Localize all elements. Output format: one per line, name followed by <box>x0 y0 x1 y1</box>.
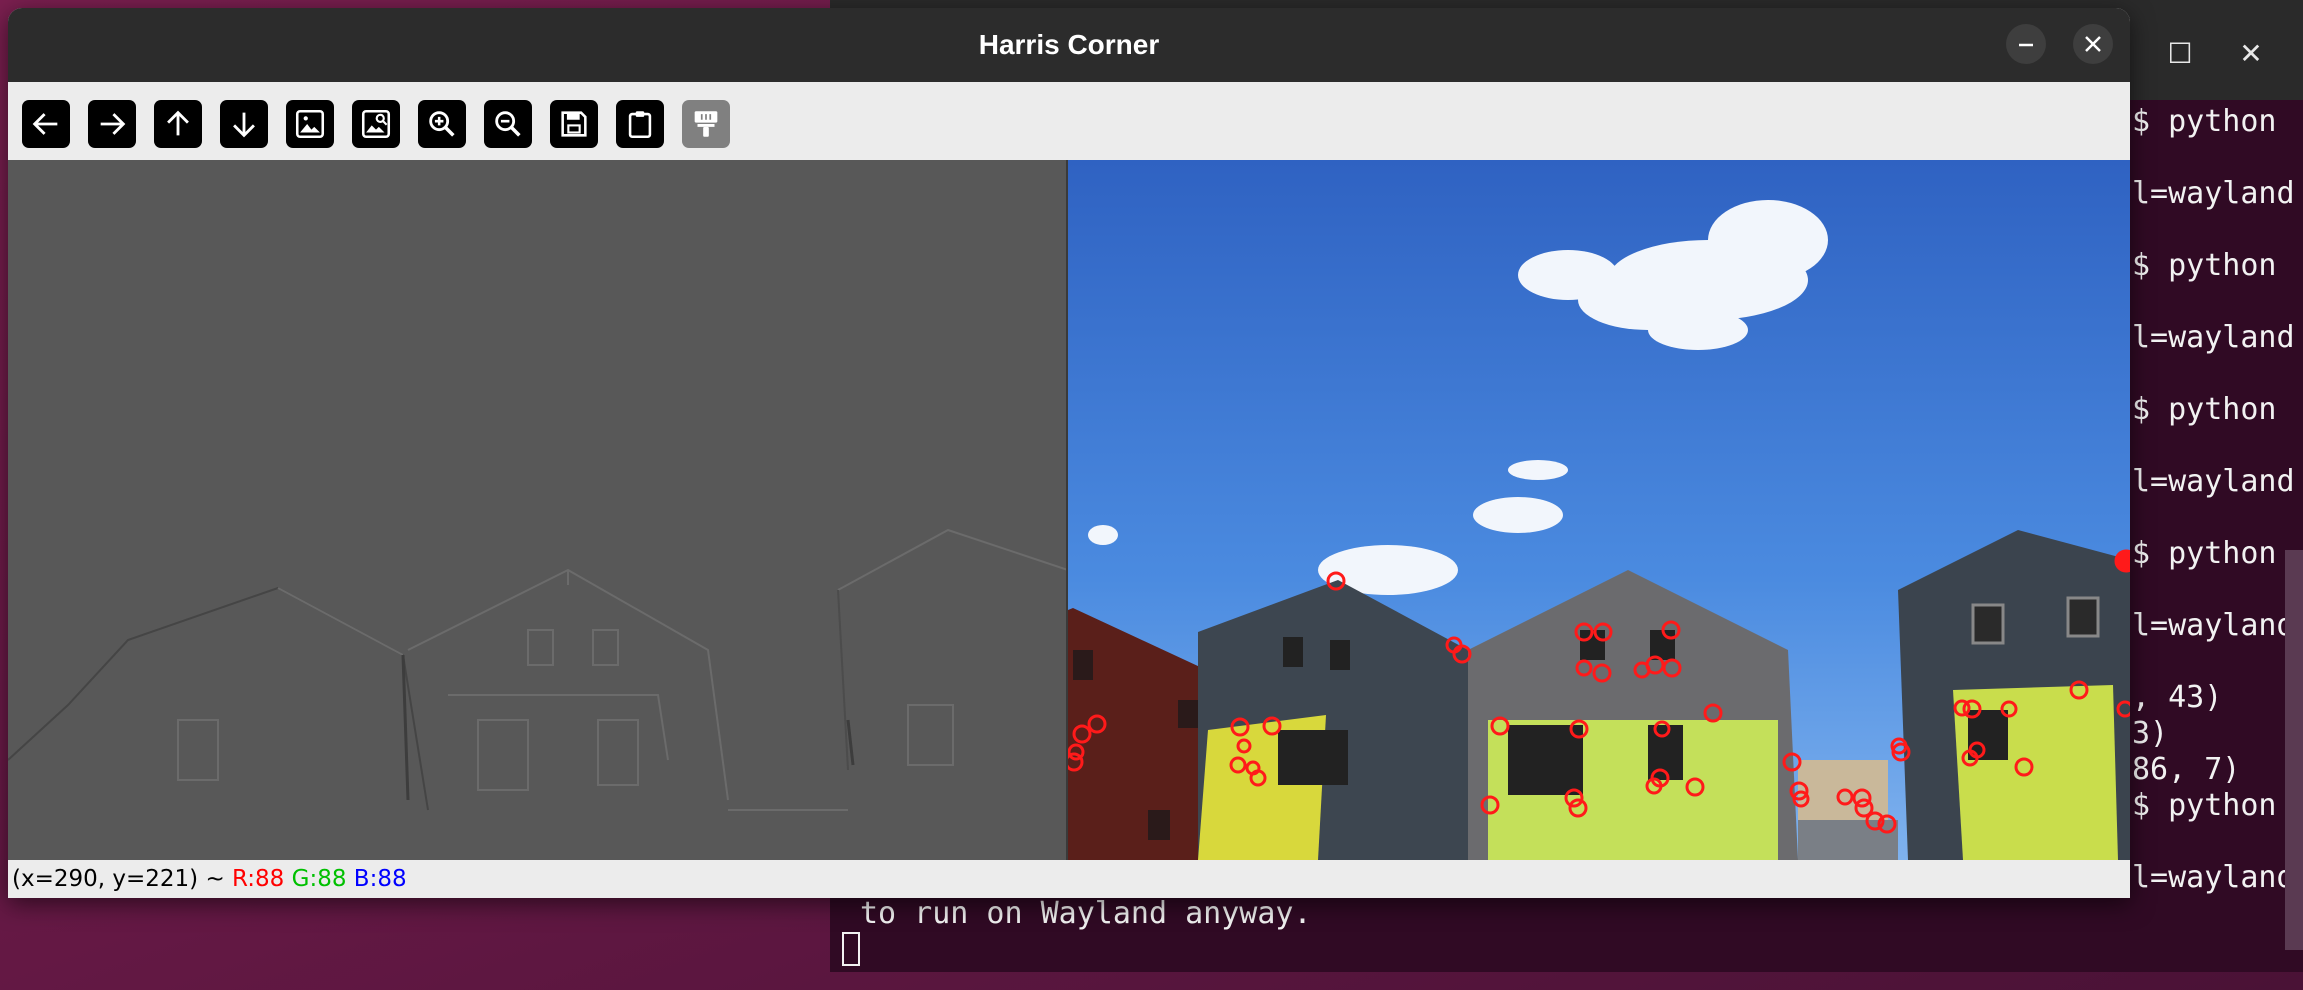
toolbar <box>8 82 2130 164</box>
zoom-in-button[interactable] <box>418 100 466 148</box>
close-button[interactable] <box>2073 24 2113 64</box>
terminal-line: l=wayland <box>2132 176 2295 211</box>
paint-brush-icon <box>694 111 718 137</box>
properties-button[interactable] <box>682 100 730 148</box>
terminal-line: 86, 7) <box>2132 752 2241 787</box>
pixel-green-value: G:88 <box>291 866 347 892</box>
terminal-line: $ python <box>2132 536 2277 571</box>
window-title: Harris Corner <box>978 29 1160 60</box>
image-icon <box>295 109 325 139</box>
terminal-line: l=wayland <box>2132 320 2295 355</box>
cursor-coordinates: (x=290, y=221) ~ <box>12 866 225 892</box>
arrow-right-icon <box>100 113 126 135</box>
terminal-line: l=wayland <box>2132 608 2295 643</box>
pan-up-button[interactable] <box>154 100 202 148</box>
save-button[interactable] <box>550 100 598 148</box>
copy-clipboard-button[interactable] <box>616 100 664 148</box>
gradient-image-pane <box>8 160 1068 860</box>
close-icon <box>2085 36 2101 52</box>
clipboard-icon <box>628 111 652 139</box>
pan-down-button[interactable] <box>220 100 268 148</box>
harris-corner-window: Harris Corner (x=290, y=221) ~ R:88 G:88… <box>8 8 2130 898</box>
status-bar: (x=290, y=221) ~ R:88 G:88 B:88 <box>8 860 2130 898</box>
terminal-line: l=wayland <box>2132 860 2295 895</box>
terminal-line: , 43) <box>2132 680 2223 715</box>
zoom-out-button[interactable] <box>484 100 532 148</box>
image-search-icon <box>361 109 391 139</box>
arrow-down-icon <box>233 112 255 138</box>
pixel-red-value: R:88 <box>232 866 285 892</box>
corner-detection-image-pane <box>1068 160 2130 860</box>
pan-left-button[interactable] <box>22 100 70 148</box>
pane-divider <box>1066 160 1068 860</box>
pan-right-button[interactable] <box>88 100 136 148</box>
minimize-button[interactable] <box>2006 24 2046 64</box>
terminal-line: $ python <box>2132 788 2277 823</box>
minimize-icon <box>2019 43 2033 47</box>
terminal-scrollbar[interactable] <box>2285 550 2303 950</box>
terminal-line: to run on Wayland anyway. <box>860 896 1312 931</box>
image-canvas[interactable] <box>8 160 2130 860</box>
zoom-original-button[interactable] <box>286 100 334 148</box>
terminal-line: $ python <box>2132 392 2277 427</box>
terminal-cursor <box>842 932 860 966</box>
terminal-line: 3) <box>2132 716 2169 751</box>
maximize-icon[interactable]: ☐ <box>2156 30 2204 78</box>
save-icon <box>561 111 587 137</box>
arrow-up-icon <box>167 110 189 136</box>
zoom-fit-button[interactable] <box>352 100 400 148</box>
terminal-line: $ python <box>2132 104 2277 139</box>
terminal-line: $ python <box>2132 248 2277 283</box>
zoom-out-icon <box>495 111 521 137</box>
window-titlebar[interactable]: Harris Corner <box>8 8 2130 82</box>
terminal-line: l=wayland <box>2132 464 2295 499</box>
pixel-blue-value: B:88 <box>353 866 407 892</box>
zoom-in-icon <box>429 111 455 137</box>
close-icon[interactable]: ✕ <box>2227 30 2275 78</box>
arrow-left-icon <box>32 113 58 135</box>
